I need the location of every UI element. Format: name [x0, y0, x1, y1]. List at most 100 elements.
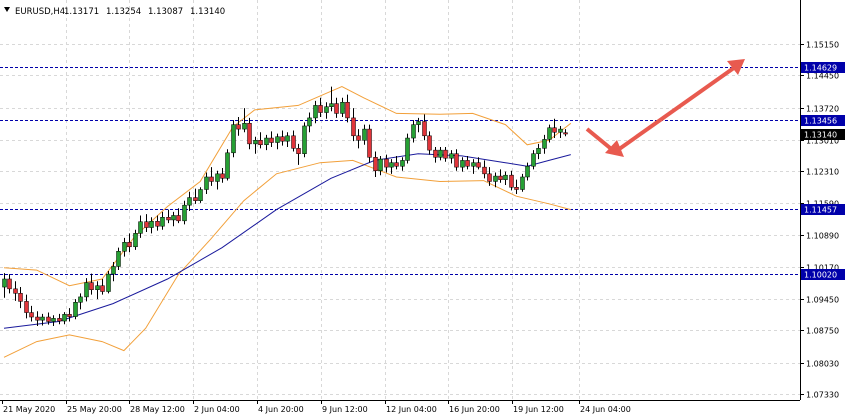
- candle-bullish: [225, 152, 230, 179]
- candle-bullish: [73, 302, 78, 317]
- candle-bearish: [35, 316, 40, 321]
- plot-area: [0, 0, 800, 400]
- candle-bearish: [7, 278, 12, 290]
- candle-bearish: [280, 136, 285, 142]
- candle-bullish: [62, 314, 67, 322]
- candle-bearish: [258, 140, 263, 146]
- candle-bullish: [285, 135, 290, 142]
- candle-bearish: [563, 132, 568, 135]
- candle-bullish: [149, 221, 154, 228]
- current-price-label: 1.13140: [804, 131, 837, 140]
- candle-bullish: [40, 316, 45, 321]
- candle-bullish: [2, 278, 7, 288]
- candle-bullish: [405, 137, 410, 161]
- candle-bearish: [144, 221, 149, 228]
- x-tick-label: 19 Jun 12:00: [513, 405, 564, 414]
- candle-bearish: [291, 135, 296, 149]
- candle-bullish: [264, 137, 269, 146]
- candle-bearish: [296, 148, 301, 154]
- candle-bearish: [433, 149, 438, 158]
- candle-bullish: [411, 124, 416, 139]
- candle-bullish: [275, 136, 280, 143]
- candle-bearish: [454, 153, 459, 168]
- x-tick-label: 25 May 20:00: [67, 405, 122, 414]
- time-axis: 21 May 2020 25 May 20:00 28 May 12:00 2 Jun…: [0, 400, 800, 414]
- candle-bullish: [520, 176, 525, 190]
- x-tick-label: 12 Jun 04:00: [386, 405, 437, 414]
- candle-bearish: [67, 314, 72, 317]
- candle-bearish: [209, 176, 214, 182]
- candle-bullish: [215, 173, 220, 182]
- ohlc-high: 1.13254: [106, 7, 141, 17]
- candle-bearish: [443, 149, 448, 159]
- candle-bullish: [302, 125, 307, 154]
- price-chart[interactable]: 1.151501.144501.137201.130101.123101.115…: [0, 0, 846, 419]
- candle-bearish: [514, 187, 519, 190]
- candle-bearish: [166, 217, 171, 221]
- candle-bullish: [362, 128, 367, 141]
- ohlc-open: 1.13171: [64, 7, 99, 17]
- candle-bullish: [340, 102, 345, 114]
- candle-bearish: [373, 157, 378, 171]
- x-tick-label: 4 Jun 20:00: [258, 405, 304, 414]
- candle-bullish: [182, 204, 187, 222]
- candle-bullish: [400, 160, 405, 167]
- candle-bearish: [427, 135, 432, 151]
- candle-bullish: [460, 160, 465, 168]
- candle-bearish: [29, 312, 34, 318]
- candle-bearish: [220, 173, 225, 179]
- candle-bearish: [334, 103, 339, 114]
- candle-bearish: [318, 105, 323, 113]
- candle-bearish: [476, 162, 481, 168]
- candle-bearish: [552, 127, 557, 133]
- candle-bearish: [24, 301, 29, 313]
- candle-bearish: [356, 135, 361, 141]
- candle-bullish: [471, 162, 476, 167]
- candle-bullish: [324, 106, 329, 113]
- candle-bullish: [187, 197, 192, 206]
- y-tick-label: 1.09450: [806, 296, 839, 305]
- candle-bearish: [46, 316, 51, 322]
- candle-bearish: [465, 160, 470, 167]
- candle-bearish: [247, 123, 252, 145]
- candle-bullish: [449, 153, 454, 159]
- x-tick-label: 24 Jun 04:00: [580, 405, 631, 414]
- candle-bearish: [422, 121, 427, 137]
- candle-bearish: [384, 158, 389, 168]
- candle-bearish: [498, 175, 503, 180]
- candle-bearish: [127, 242, 132, 248]
- level-tag-label: 1.14629: [804, 64, 837, 73]
- candle-bullish: [313, 105, 318, 119]
- candle-bullish: [536, 148, 541, 154]
- candle-bullish: [78, 296, 83, 303]
- chart-header: EURUSD,H4 1.13171 1.13254 1.13087 1.1314…: [4, 7, 225, 17]
- candle-bearish: [236, 124, 241, 130]
- candle-bullish: [253, 140, 258, 145]
- y-tick-label: 1.13720: [806, 105, 839, 114]
- candle-bullish: [416, 121, 421, 125]
- candle-bearish: [509, 174, 514, 188]
- candle-bullish: [503, 174, 508, 180]
- candle-bullish: [231, 124, 236, 154]
- x-tick-label: 16 Jun 20:00: [449, 405, 500, 414]
- candle-bullish: [95, 285, 100, 290]
- candle-bullish: [329, 103, 334, 107]
- candle-bullish: [122, 242, 127, 252]
- candle-bearish: [13, 288, 18, 294]
- candle-bearish: [155, 221, 160, 227]
- candle-bearish: [394, 162, 399, 167]
- y-tick-label: 1.12310: [806, 168, 839, 177]
- candle-bearish: [345, 102, 350, 119]
- candle-bullish: [558, 128, 563, 133]
- candle-bullish: [138, 221, 143, 234]
- candle-bullish: [198, 189, 203, 201]
- candle-bullish: [51, 318, 56, 322]
- candle-bullish: [378, 158, 383, 171]
- candle-bullish: [204, 176, 209, 190]
- ohlc-low: 1.13087: [148, 7, 183, 17]
- y-tick-label: 1.15150: [806, 41, 839, 50]
- candle-bullish: [160, 217, 165, 227]
- candle-bullish: [542, 139, 547, 149]
- symbol-label: EURUSD,H4: [15, 7, 65, 17]
- candle-bearish: [269, 137, 274, 143]
